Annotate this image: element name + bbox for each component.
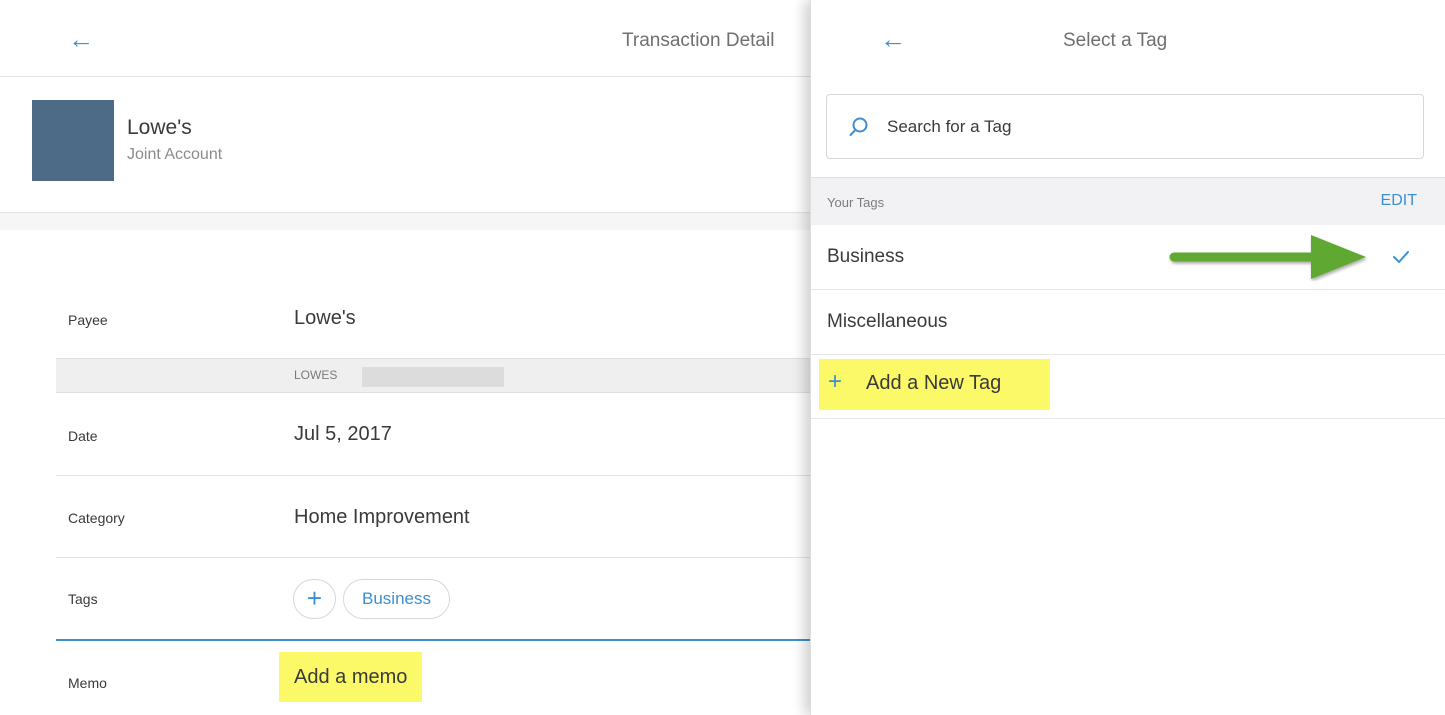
row-divider bbox=[56, 557, 810, 558]
section-label: Your Tags bbox=[827, 195, 885, 210]
tag-option-label: Business bbox=[827, 246, 905, 267]
row-divider bbox=[56, 475, 810, 476]
date-label: Date bbox=[68, 428, 98, 444]
transaction-detail-panel: ← Transaction Detail Lowe's Joint Accoun… bbox=[0, 0, 810, 715]
merchant-name: Lowe's bbox=[127, 116, 192, 139]
memo-label: Memo bbox=[68, 675, 107, 691]
tag-chip[interactable]: Business bbox=[343, 579, 450, 619]
back-arrow-icon[interactable]: ← bbox=[880, 26, 906, 52]
select-tag-panel: ← Select a Tag Your Tags EDIT Business bbox=[810, 0, 1445, 715]
header-divider bbox=[0, 76, 810, 77]
add-new-tag-label: Add a New Tag bbox=[866, 372, 1002, 394]
tag-option-miscellaneous[interactable]: Miscellaneous bbox=[811, 290, 1445, 355]
add-new-tag-button[interactable]: + Add a New Tag bbox=[811, 354, 1445, 419]
search-icon bbox=[849, 117, 868, 136]
date-value[interactable]: Jul 5, 2017 bbox=[294, 423, 392, 446]
tags-row-underline bbox=[56, 639, 810, 641]
your-tags-header: Your Tags EDIT bbox=[811, 177, 1445, 225]
redaction-bar bbox=[362, 367, 504, 387]
account-name: Joint Account bbox=[127, 146, 223, 163]
add-tag-button[interactable]: + bbox=[293, 579, 336, 619]
plus-icon: + bbox=[828, 368, 843, 395]
category-value[interactable]: Home Improvement bbox=[294, 506, 470, 529]
annotation-arrow-icon bbox=[1169, 235, 1366, 279]
section-divider bbox=[0, 212, 810, 230]
memo-input[interactable]: Add a memo bbox=[279, 652, 423, 702]
original-description: LOWES bbox=[294, 368, 338, 382]
original-description-row: LOWES bbox=[56, 358, 810, 393]
payee-label: Payee bbox=[68, 312, 108, 328]
checkmark-icon bbox=[1393, 251, 1409, 263]
payee-value[interactable]: Lowe's bbox=[294, 307, 356, 330]
tag-option-business[interactable]: Business bbox=[811, 225, 1445, 290]
tags-label: Tags bbox=[68, 591, 98, 607]
category-label: Category bbox=[68, 510, 125, 526]
merchant-logo bbox=[32, 100, 114, 181]
edit-button[interactable]: EDIT bbox=[1381, 192, 1417, 210]
panel-title: Select a Tag bbox=[1063, 30, 1168, 51]
back-arrow-icon[interactable]: ← bbox=[68, 26, 94, 52]
page-title: Transaction Detail bbox=[622, 30, 775, 51]
search-input[interactable] bbox=[887, 95, 1407, 158]
tag-option-label: Miscellaneous bbox=[827, 311, 948, 332]
search-box[interactable] bbox=[826, 94, 1424, 159]
